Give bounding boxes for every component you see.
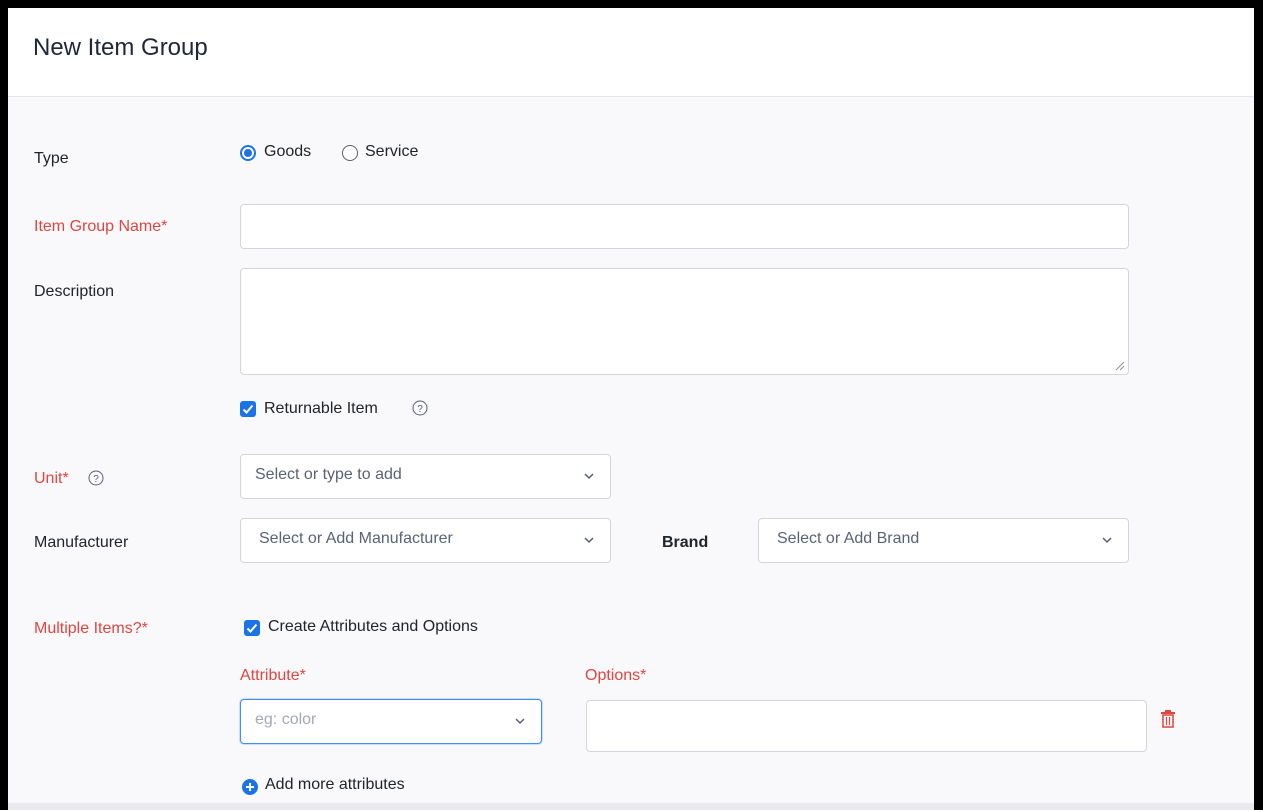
page-header: New Item Group (8, 8, 1254, 97)
item-group-name-label: Item Group Name* (34, 218, 168, 235)
unit-select-placeholder: Select or type to add (255, 466, 402, 483)
description-textarea[interactable] (240, 268, 1129, 375)
chevron-down-icon (1102, 537, 1112, 544)
chevron-down-icon (584, 537, 594, 544)
plus-circle-icon[interactable] (241, 778, 259, 796)
brand-select-placeholder: Select or Add Brand (777, 530, 920, 547)
create-attributes-checkbox[interactable] (244, 620, 260, 636)
check-icon (242, 404, 254, 414)
chevron-down-icon (584, 473, 594, 480)
brand-label: Brand (662, 534, 709, 551)
type-service-label[interactable]: Service (365, 143, 418, 161)
item-group-form-window: New Item Group Type Goods Service Item G… (8, 8, 1254, 810)
multiple-items-label: Multiple Items?* (34, 620, 148, 637)
type-goods-label[interactable]: Goods (264, 143, 311, 161)
unit-select[interactable]: Select or type to add (240, 454, 611, 499)
resize-grip-icon[interactable] (1115, 361, 1125, 371)
attribute-select[interactable]: eg: color (240, 699, 542, 744)
type-goods-radio[interactable] (240, 145, 256, 161)
options-input[interactable] (586, 700, 1147, 752)
attribute-select-placeholder: eg: color (255, 711, 317, 728)
type-label: Type (34, 150, 69, 167)
description-label: Description (34, 283, 115, 300)
item-group-name-input[interactable] (240, 204, 1129, 249)
type-service-radio[interactable] (342, 145, 358, 161)
svg-text:?: ? (417, 404, 423, 415)
manufacturer-select-placeholder: Select or Add Manufacturer (259, 530, 453, 547)
page-title: New Item Group (33, 34, 208, 61)
options-label: Options* (585, 667, 647, 684)
attribute-label: Attribute* (240, 667, 306, 684)
help-icon[interactable]: ? (88, 470, 104, 486)
returnable-label[interactable]: Returnable Item (264, 400, 378, 418)
help-icon[interactable]: ? (412, 400, 428, 416)
add-more-attributes-link[interactable]: Add more attributes (265, 776, 405, 794)
brand-select[interactable]: Select or Add Brand (758, 518, 1129, 563)
trash-icon[interactable] (1160, 710, 1176, 728)
manufacturer-label: Manufacturer (34, 534, 129, 551)
check-icon (246, 623, 258, 633)
unit-label: Unit* (34, 470, 69, 487)
create-attributes-label[interactable]: Create Attributes and Options (268, 618, 478, 636)
chevron-down-icon (515, 718, 525, 725)
returnable-checkbox[interactable] (240, 401, 256, 417)
manufacturer-select[interactable]: Select or Add Manufacturer (240, 518, 611, 563)
svg-text:?: ? (93, 474, 99, 485)
footer-edge (8, 803, 1254, 810)
